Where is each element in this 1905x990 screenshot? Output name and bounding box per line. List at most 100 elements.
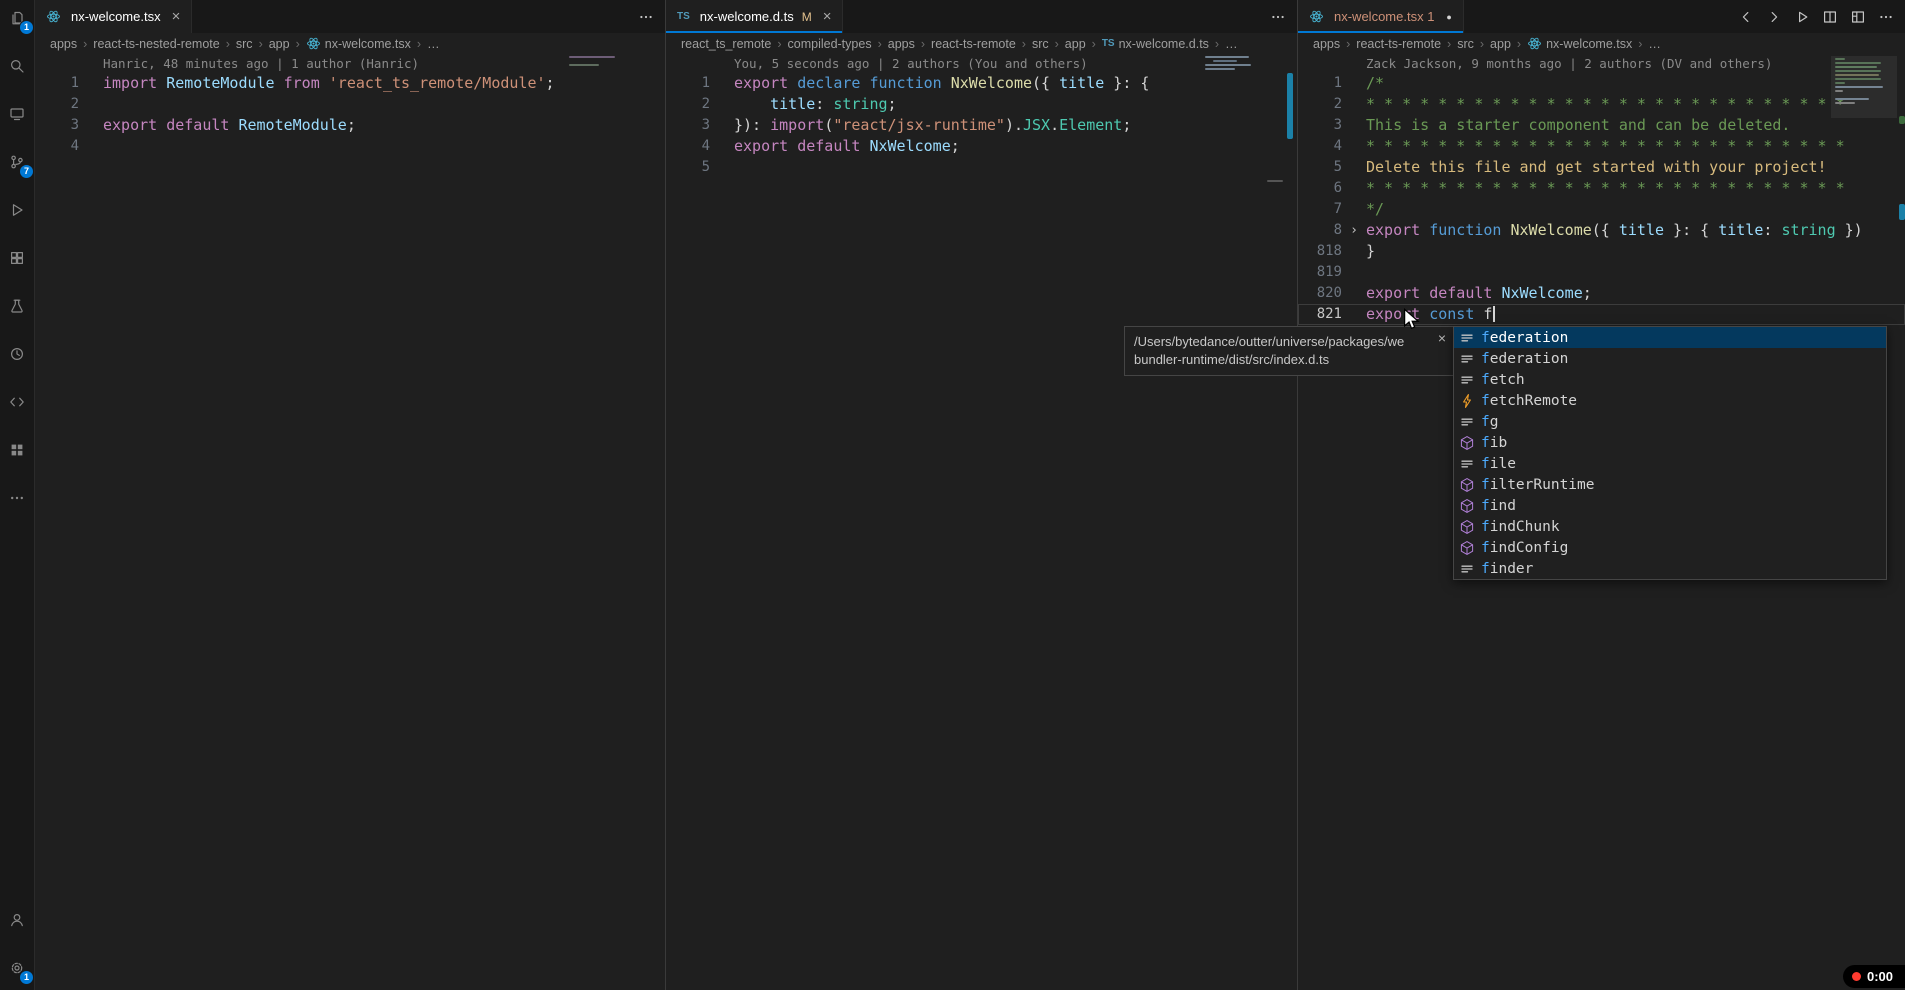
git-blame-codelens[interactable]: You, 5 seconds ago | 2 authors (You and … [666, 54, 1297, 73]
breadcrumb-item[interactable]: apps [888, 37, 931, 51]
breadcrumb-item[interactable]: … [427, 37, 440, 51]
breadcrumb-item[interactable]: src [1457, 37, 1490, 51]
more-actions-icon[interactable] [636, 7, 656, 27]
grid-view-icon[interactable] [5, 438, 29, 462]
suggestion-item[interactable]: federation [1454, 348, 1886, 369]
minimap[interactable] [1205, 56, 1263, 72]
timeline-icon[interactable] [5, 342, 29, 366]
run-icon[interactable] [1792, 7, 1812, 27]
customize-layout-icon[interactable] [1848, 7, 1868, 27]
code-line[interactable]: 1/* [1298, 73, 1905, 94]
breadcrumb-item[interactable]: react_ts_remote [681, 37, 788, 51]
code-line[interactable]: 3}): import("react/jsx-runtime").JSX.Ele… [666, 115, 1297, 136]
vscode-window: 17 1 nx-welcome.tsx × appsreact-ts-neste… [0, 0, 1905, 990]
breadcrumb-item[interactable]: … [1225, 37, 1238, 51]
breadcrumb-item[interactable]: app [269, 37, 306, 51]
code-line[interactable]: 819 [1298, 262, 1905, 283]
unsaved-changes-dot[interactable]: ● [1446, 12, 1451, 22]
symbol-event-icon [1459, 393, 1475, 409]
more-views-icon[interactable] [5, 486, 29, 510]
breadcrumb-item[interactable]: nx-welcome.tsx [306, 36, 427, 51]
code-line[interactable]: 3This is a starter component and can be … [1298, 115, 1905, 136]
run-and-debug-icon[interactable] [5, 198, 29, 222]
source-control-icon[interactable]: 7 [5, 150, 29, 174]
suggestion-item[interactable]: fib [1454, 432, 1886, 453]
search-icon[interactable] [5, 54, 29, 78]
code-line[interactable]: 820export default NxWelcome; [1298, 283, 1905, 304]
go-back-icon[interactable] [1736, 7, 1756, 27]
code-line[interactable]: 8›export function NxWelcome({ title }: {… [1298, 220, 1905, 241]
suggestion-item[interactable]: file [1454, 453, 1886, 474]
suggestion-item[interactable]: filterRuntime [1454, 474, 1886, 495]
code-line[interactable]: 5Delete this file and get started with y… [1298, 157, 1905, 178]
more-actions-icon[interactable] [1268, 7, 1288, 27]
split-editor-icon[interactable] [1820, 7, 1840, 27]
go-forward-icon[interactable] [1764, 7, 1784, 27]
symbol-text-icon [1459, 372, 1475, 388]
breadcrumb-item[interactable]: TSnx-welcome.d.ts [1102, 37, 1225, 51]
code-line[interactable]: 5 [666, 157, 1297, 178]
git-modified-badge: M [802, 10, 812, 24]
code-line[interactable]: 821export const f [1298, 304, 1905, 325]
more-actions-icon[interactable] [1876, 7, 1896, 27]
suggestion-item[interactable]: fetchRemote [1454, 390, 1886, 411]
minimap[interactable] [1835, 58, 1893, 106]
breadcrumb-item[interactable]: src [236, 37, 269, 51]
line-number: 819 [1298, 262, 1342, 283]
suggestion-item[interactable]: fetch [1454, 369, 1886, 390]
code-line[interactable]: 6* * * * * * * * * * * * * * * * * * * *… [1298, 178, 1905, 199]
code-line[interactable]: 4 [35, 136, 665, 157]
code-editor[interactable]: You, 5 seconds ago | 2 authors (You and … [666, 54, 1297, 990]
suggestion-item[interactable]: findChunk [1454, 516, 1886, 537]
breadcrumb-item[interactable]: apps [50, 37, 93, 51]
close-icon[interactable]: × [823, 9, 832, 24]
code-line[interactable]: 2 title: string; [666, 94, 1297, 115]
code-line[interactable]: 7*/ [1298, 199, 1905, 220]
code-line[interactable]: 2 [35, 94, 665, 115]
suggestion-label: federation [1481, 351, 1568, 367]
breadcrumb-item[interactable]: nx-welcome.tsx [1527, 36, 1648, 51]
breadcrumb-item[interactable]: apps [1313, 37, 1356, 51]
breadcrumb-item[interactable]: react-ts-remote [1356, 37, 1457, 51]
suggestion-item[interactable]: findConfig [1454, 537, 1886, 558]
code-line[interactable]: 3export default RemoteModule; [35, 115, 665, 136]
suggestion-item[interactable]: federation [1454, 327, 1886, 348]
suggestion-item[interactable]: finder [1454, 558, 1886, 579]
breadcrumb-item[interactable]: compiled-types [788, 37, 888, 51]
tab-nx-welcome-tsx[interactable]: nx-welcome.tsx × [35, 0, 192, 33]
tab-label: nx-welcome.tsx [71, 9, 161, 24]
accounts-icon[interactable] [5, 908, 29, 932]
code-line[interactable]: 1export declare function NxWelcome({ tit… [666, 73, 1297, 94]
code-line[interactable]: 4* * * * * * * * * * * * * * * * * * * *… [1298, 136, 1905, 157]
code-line[interactable]: 818} [1298, 241, 1905, 262]
testing-icon[interactable] [5, 294, 29, 318]
code-editor[interactable]: Hanric, 48 minutes ago | 1 author (Hanri… [35, 54, 665, 990]
code-line[interactable]: 2* * * * * * * * * * * * * * * * * * * *… [1298, 94, 1905, 115]
breadcrumb-item[interactable]: app [1490, 37, 1527, 51]
breadcrumb-item[interactable]: src [1032, 37, 1065, 51]
tab-nx-welcome-d-ts[interactable]: TS nx-welcome.d.ts M × [666, 0, 843, 33]
minimap[interactable] [569, 56, 627, 68]
suggestion-item[interactable]: find [1454, 495, 1886, 516]
close-icon[interactable]: × [1438, 331, 1446, 345]
explorer-icon[interactable]: 1 [5, 6, 29, 30]
breadcrumb-item[interactable]: react-ts-remote [931, 37, 1032, 51]
code-line[interactable]: 4export default NxWelcome; [666, 136, 1297, 157]
breadcrumb: react_ts_remotecompiled-typesappsreact-t… [666, 33, 1297, 54]
close-icon[interactable]: × [172, 9, 181, 24]
fold-collapsed-icon[interactable]: › [1342, 220, 1366, 241]
suggestion-item[interactable]: fg [1454, 411, 1886, 432]
extensions-icon[interactable] [5, 246, 29, 270]
breadcrumb-item[interactable]: … [1648, 37, 1661, 51]
code-line[interactable]: 1import RemoteModule from 'react_ts_remo… [35, 73, 665, 94]
breadcrumb-label: app [1490, 37, 1511, 51]
breadcrumb-item[interactable]: app [1065, 37, 1102, 51]
remote-explorer-icon[interactable] [5, 102, 29, 126]
settings-icon[interactable]: 1 [5, 956, 29, 980]
breadcrumb-item[interactable]: react-ts-nested-remote [93, 37, 236, 51]
tab-nx-welcome-tsx-1[interactable]: nx-welcome.tsx 1 ● [1298, 0, 1464, 33]
git-blame-codelens[interactable]: Zack Jackson, 9 months ago | 2 authors (… [1298, 54, 1905, 73]
tab-bar-actions [1259, 0, 1297, 33]
code-references-icon[interactable] [5, 390, 29, 414]
code-text: export default NxWelcome; [1366, 283, 1592, 304]
